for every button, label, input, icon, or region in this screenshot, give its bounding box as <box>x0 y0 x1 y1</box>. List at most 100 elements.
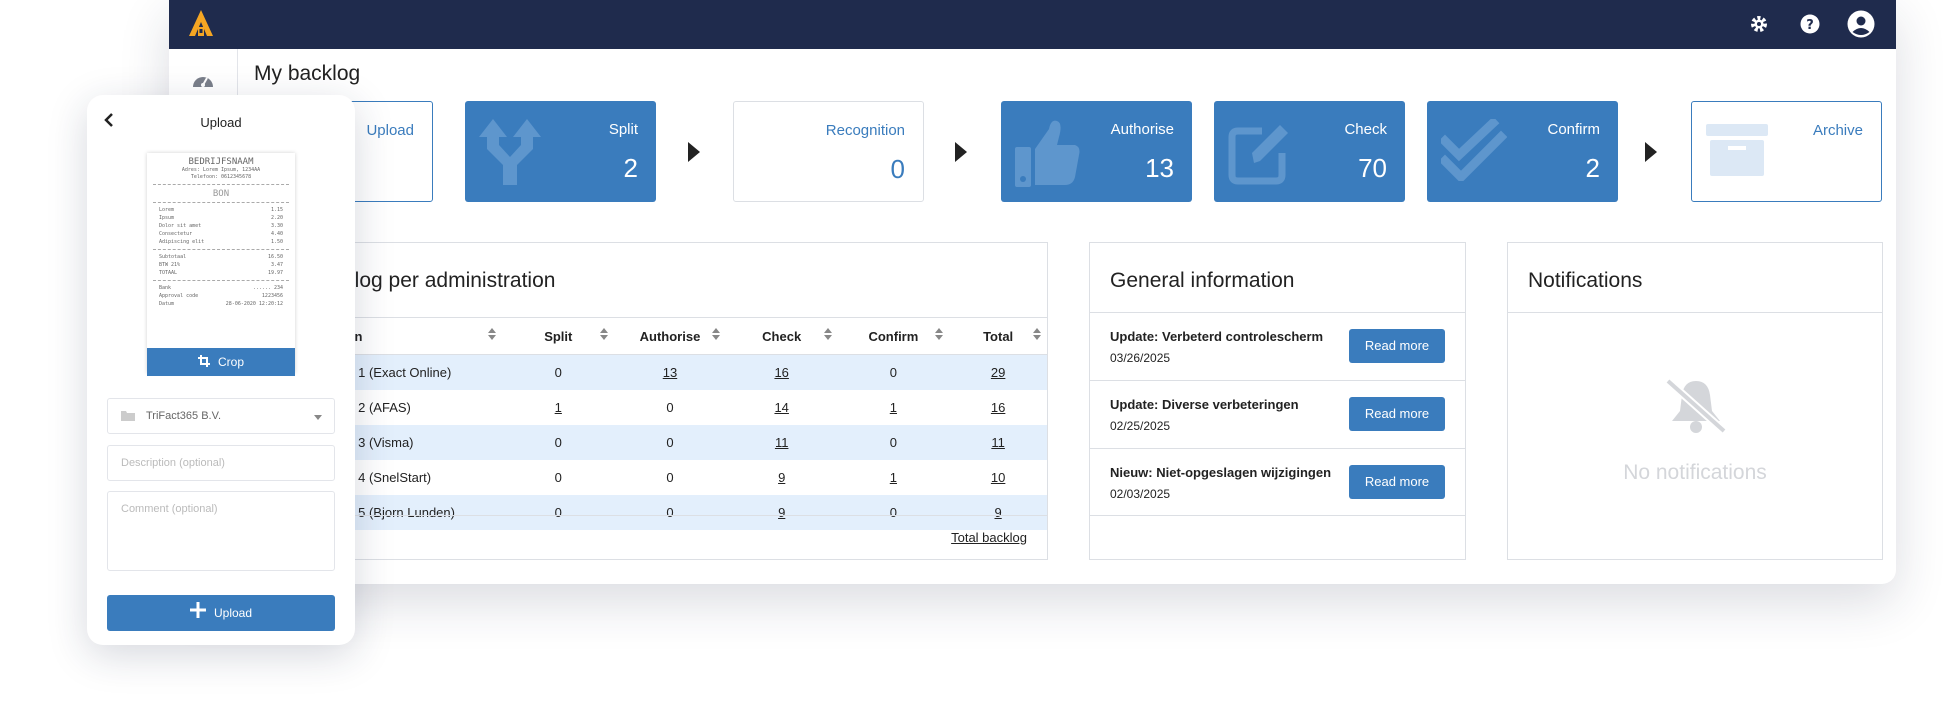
receipt-divider <box>153 280 289 281</box>
read-more-button[interactable]: Read more <box>1349 329 1445 363</box>
divider <box>318 515 1047 516</box>
double-check-icon <box>1438 116 1508 186</box>
split-arrows-icon <box>479 119 541 190</box>
general-info-panel: General information Update: Verbeterd co… <box>1089 242 1466 560</box>
svg-text:?: ? <box>1806 18 1814 33</box>
receipt-heading: BON <box>212 189 230 199</box>
column-header[interactable]: Check <box>725 317 838 355</box>
news-date: 02/03/2025 <box>1110 487 1171 501</box>
read-more-button[interactable]: Read more <box>1349 397 1445 431</box>
table-row: ration 1 (Exact Online) 0 13 16 0 29 <box>318 354 1047 390</box>
upload-panel: Upload BEDRIJFSNAAM Adres: Lorem Ipsum, … <box>87 95 355 645</box>
authorise-link[interactable]: 13 <box>614 354 726 390</box>
total-link[interactable]: 29 <box>949 354 1047 390</box>
tile-split[interactable]: Split 2 <box>465 101 656 202</box>
tile-confirm[interactable]: Confirm 2 <box>1427 101 1618 202</box>
crop-label: Crop <box>217 355 244 369</box>
receipt-divider <box>153 184 289 185</box>
backlog-title: acklog per administration <box>322 269 556 292</box>
tile-authorise[interactable]: Authorise 13 <box>1001 101 1192 202</box>
dashboard-gauge-icon[interactable] <box>191 71 215 94</box>
table-row: ration 3 (Visma) 0 0 11 0 11 <box>318 425 1047 460</box>
split-cell: 0 <box>502 495 615 530</box>
column-header[interactable]: Confirm <box>837 317 950 355</box>
bell-slash-icon <box>1662 377 1730 440</box>
tile-archive[interactable]: Archive <box>1691 101 1882 202</box>
tile-label: Split <box>608 121 638 138</box>
tile-count: 2 <box>1585 153 1600 183</box>
user-icon[interactable] <box>1847 10 1875 43</box>
total-link[interactable]: 11 <box>949 425 1047 460</box>
description-input[interactable]: Description (optional) <box>107 445 335 481</box>
crop-button[interactable]: Crop <box>147 348 295 376</box>
confirm-link[interactable]: 1 <box>838 460 950 495</box>
folder-icon <box>121 410 135 424</box>
help-icon[interactable]: ? <box>1800 14 1820 39</box>
split-cell: 0 <box>554 470 562 485</box>
table-row: ration 2 (AFAS) 1 0 14 1 16 <box>318 390 1047 425</box>
receipt-line: Ipsum 2.20 <box>159 215 283 221</box>
confirm-link[interactable]: 1 <box>838 390 950 425</box>
gear-icon[interactable] <box>1749 14 1769 39</box>
tile-count: 13 <box>1145 153 1174 183</box>
total-link[interactable]: 9 <box>949 495 1047 530</box>
comment-input[interactable]: Comment (optional) <box>107 491 335 571</box>
general-info-title: General information <box>1110 269 1295 292</box>
archive-box-icon <box>1706 120 1768 181</box>
authorise-cell: 0 <box>666 400 674 415</box>
column-header[interactable]: Split <box>502 317 615 355</box>
receipt-preview: BEDRIJFSNAAM Adres: Lorem Ipsum, 1234AA … <box>147 153 295 373</box>
confirm-cell: 0 <box>837 425 950 460</box>
tile-label: Archive <box>1812 122 1863 139</box>
tile-label: Check <box>1344 121 1387 138</box>
tile-recognition[interactable]: Recognition 0 <box>733 101 924 202</box>
receipt-line: Adipiscing elit 1.50 <box>159 239 283 245</box>
confirm-cell: 0 <box>837 354 950 390</box>
thumbs-up-icon <box>1015 119 1081 192</box>
news-date: 03/26/2025 <box>1110 351 1171 365</box>
comment-placeholder: Comment (optional) <box>121 503 218 515</box>
top-bar: ? <box>169 0 1896 49</box>
tile-count: 70 <box>1358 153 1387 183</box>
receipt-company: BEDRIJFSNAAM <box>188 157 254 167</box>
news-item: Update: Verbeterd controlescherm 03/26/2… <box>1090 312 1465 380</box>
upload-panel-title: Upload <box>200 115 242 130</box>
tile-check[interactable]: Check 70 <box>1214 101 1405 202</box>
upload-button-label: Upload <box>213 606 253 620</box>
table-row: ration 5 (Bjorn Lunden) 0 0 9 0 9 <box>318 495 1047 530</box>
tile-count: 0 <box>890 154 905 184</box>
tile-label: Confirm <box>1547 121 1600 138</box>
authorise-cell: 0 <box>614 425 726 460</box>
notifications-title: Notifications <box>1528 269 1643 292</box>
read-more-button[interactable]: Read more <box>1349 465 1445 499</box>
flow-arrow-icon <box>688 142 700 162</box>
news-item: Nieuw: Niet-opgeslagen wijzigingen 02/03… <box>1090 448 1465 516</box>
tile-label: Authorise <box>1110 121 1174 138</box>
company-select[interactable]: TriFact365 B.V. <box>107 398 335 434</box>
check-link[interactable]: 9 <box>725 495 838 530</box>
tile-label: Upload <box>366 122 414 139</box>
check-link[interactable]: 11 <box>725 425 838 460</box>
confirm-cell: 0 <box>837 495 950 530</box>
split-link[interactable]: 1 <box>502 390 614 425</box>
check-link[interactable]: 14 <box>726 390 838 425</box>
receipt-line: Dolor sit amet 3.30 <box>159 223 283 229</box>
receipt-phone: Telefoon: 0612345678 <box>190 174 252 180</box>
column-header[interactable]: Authorise <box>614 317 726 355</box>
page-title: My backlog <box>254 62 361 85</box>
check-link[interactable]: 9 <box>726 460 838 495</box>
column-header[interactable]: Total <box>949 317 1047 355</box>
total-link[interactable]: 10 <box>949 460 1047 495</box>
news-title: Nieuw: Niet-opgeslagen wijzigingen <box>1110 465 1332 480</box>
total-link[interactable]: 16 <box>949 390 1047 425</box>
total-backlog-link[interactable]: Total backlog <box>951 530 1027 545</box>
upload-button[interactable]: Upload <box>107 595 335 631</box>
receipt-divider <box>153 249 289 250</box>
receipt-divider <box>153 202 289 203</box>
crop-icon <box>197 349 210 377</box>
receipt-line: Approval code 1223456 <box>159 293 283 299</box>
company-select-value: TriFact365 B.V. <box>146 410 221 422</box>
check-link[interactable]: 16 <box>725 354 838 390</box>
flow-arrow-icon <box>955 142 967 162</box>
app-logo-icon[interactable] <box>187 8 215 43</box>
